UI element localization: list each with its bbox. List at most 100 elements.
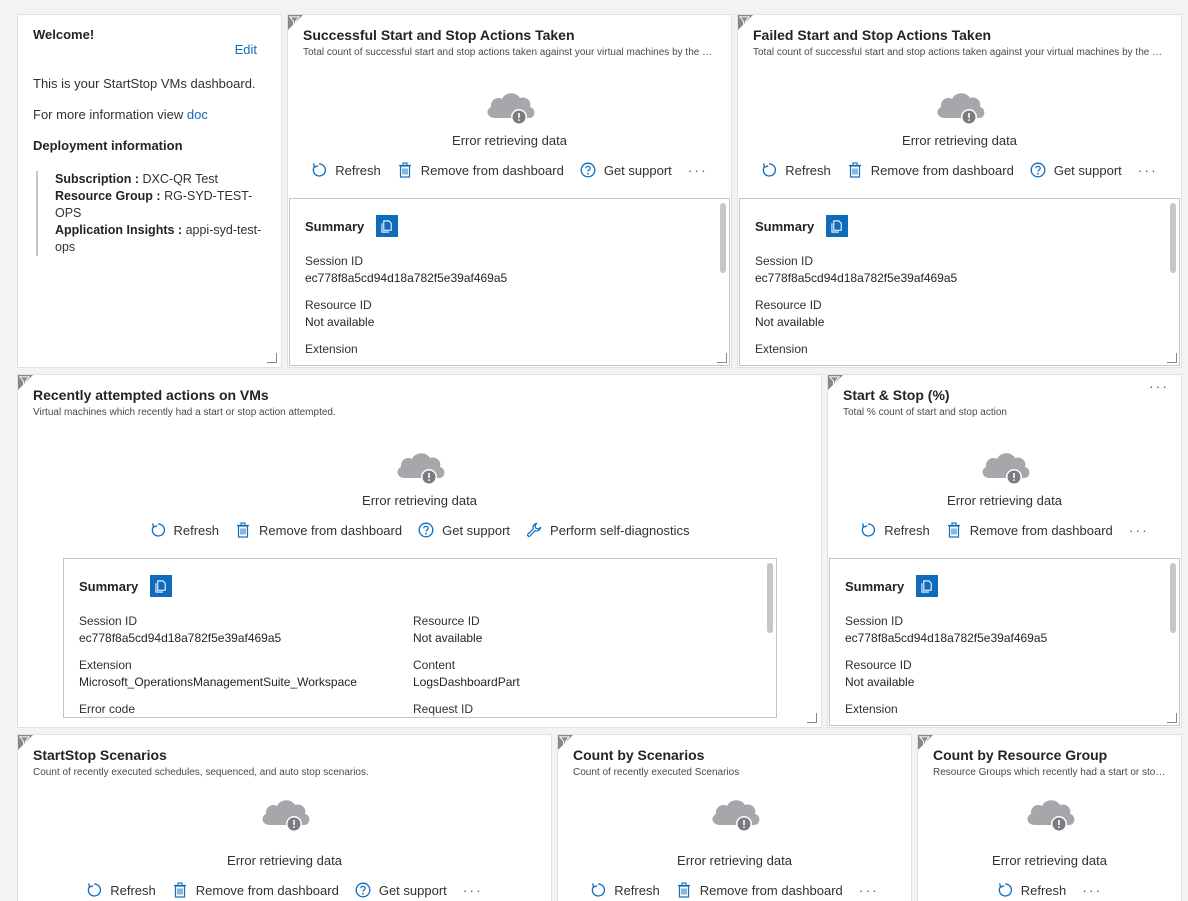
tile-subtitle: Total count of successful start and stop… bbox=[753, 47, 1166, 58]
support-label: Get support bbox=[442, 522, 511, 538]
error-message: Error retrieving data bbox=[362, 493, 477, 508]
trash-icon bbox=[676, 882, 692, 898]
tile-subtitle: Count of recently executed Scenarios bbox=[573, 767, 740, 778]
tile-subtitle: Resource Groups which recently had a sta… bbox=[933, 767, 1166, 778]
action-bar: Refresh ··· bbox=[918, 882, 1181, 898]
tile-subtitle: Total count of successful start and stop… bbox=[303, 47, 716, 58]
resource-id-value: Not available bbox=[413, 631, 483, 645]
refresh-icon bbox=[590, 882, 606, 898]
refresh-button[interactable]: Refresh bbox=[997, 882, 1067, 898]
filter-icon[interactable] bbox=[828, 375, 843, 390]
resize-handle[interactable] bbox=[807, 713, 817, 723]
cloud-error-icon bbox=[258, 795, 312, 835]
support-button[interactable]: Get support bbox=[355, 882, 447, 898]
session-id-value: ec778f8a5cd94d18a782f5e39af469a5 bbox=[755, 271, 958, 285]
remove-button[interactable]: Remove from dashboard bbox=[946, 522, 1113, 538]
resource-id-value: Not available bbox=[755, 315, 825, 329]
filter-icon[interactable] bbox=[738, 15, 753, 30]
remove-label: Remove from dashboard bbox=[259, 522, 403, 538]
refresh-button[interactable]: Refresh bbox=[86, 882, 156, 898]
remove-label: Remove from dashboard bbox=[195, 882, 339, 898]
diagnostics-button[interactable]: Perform self-diagnostics bbox=[526, 522, 690, 538]
refresh-button[interactable]: Refresh bbox=[860, 522, 930, 538]
tile-startstop-scenarios: StartStop Scenarios Count of recently ex… bbox=[17, 734, 552, 901]
support-button[interactable]: Get support bbox=[1030, 162, 1122, 178]
scrollbar[interactable] bbox=[1170, 203, 1176, 273]
more-icon[interactable]: ··· bbox=[688, 162, 708, 178]
refresh-button[interactable]: Refresh bbox=[590, 882, 660, 898]
scrollbar[interactable] bbox=[1170, 563, 1176, 633]
cloud-error-icon bbox=[978, 448, 1032, 488]
refresh-icon bbox=[311, 162, 327, 178]
refresh-button[interactable]: Refresh bbox=[150, 522, 220, 538]
summary-title: Summary bbox=[755, 218, 815, 234]
resize-handle[interactable] bbox=[1167, 353, 1177, 363]
scrollbar[interactable] bbox=[720, 203, 726, 273]
more-icon[interactable]: ··· bbox=[1129, 522, 1149, 538]
summary-title: Summary bbox=[845, 578, 905, 594]
filter-icon[interactable] bbox=[918, 735, 933, 750]
session-id-value: ec778f8a5cd94d18a782f5e39af469a5 bbox=[845, 631, 1048, 645]
support-button[interactable]: Get support bbox=[580, 162, 672, 178]
resize-handle[interactable] bbox=[267, 353, 277, 363]
refresh-button[interactable]: Refresh bbox=[311, 162, 381, 178]
support-label: Get support bbox=[378, 882, 447, 898]
more-icon[interactable]: ··· bbox=[859, 882, 879, 898]
tile-title: Recently attempted actions on VMs bbox=[33, 387, 269, 403]
tile-title: Count by Resource Group bbox=[933, 747, 1108, 763]
filter-icon[interactable] bbox=[18, 375, 33, 390]
summary-panel: Summary Session ID ec778f8a5cd94d18a782f5… bbox=[289, 198, 730, 366]
tile-subtitle: Total % count of start and stop action bbox=[843, 407, 1007, 418]
refresh-label: Refresh bbox=[884, 522, 930, 538]
doc-link[interactable]: doc bbox=[187, 107, 208, 122]
remove-button[interactable]: Remove from dashboard bbox=[676, 882, 843, 898]
extension-label: Extension bbox=[305, 342, 358, 356]
more-icon[interactable]: ··· bbox=[1138, 162, 1158, 178]
filter-icon[interactable] bbox=[558, 735, 573, 750]
action-bar: Refresh Remove from dashboard Get suppor… bbox=[288, 162, 731, 178]
trash-icon bbox=[847, 162, 863, 178]
more-icon[interactable]: ··· bbox=[463, 882, 483, 898]
remove-button[interactable]: Remove from dashboard bbox=[172, 882, 339, 898]
tile-title: Start & Stop (%) bbox=[843, 387, 950, 403]
cloud-error-icon bbox=[483, 88, 537, 128]
copy-icon[interactable] bbox=[376, 215, 399, 237]
error-message: Error retrieving data bbox=[677, 853, 792, 868]
remove-button[interactable]: Remove from dashboard bbox=[847, 162, 1014, 178]
support-label: Get support bbox=[603, 162, 672, 178]
resize-handle[interactable] bbox=[717, 353, 727, 363]
copy-icon[interactable] bbox=[826, 215, 849, 237]
extension-label: Extension bbox=[755, 342, 808, 356]
error-code-label: Error code bbox=[79, 702, 136, 716]
resize-handle[interactable] bbox=[1167, 713, 1177, 723]
filter-icon[interactable] bbox=[288, 15, 303, 30]
more-icon[interactable]: ··· bbox=[1082, 882, 1102, 898]
refresh-label: Refresh bbox=[335, 162, 381, 178]
filter-icon[interactable] bbox=[18, 735, 33, 750]
remove-button[interactable]: Remove from dashboard bbox=[397, 162, 564, 178]
extension-label: Extension bbox=[845, 702, 898, 716]
tile-menu-icon[interactable]: ··· bbox=[1149, 378, 1169, 394]
tile-subtitle: Virtual machines which recently had a st… bbox=[33, 407, 336, 418]
resource-id-label: Resource ID bbox=[755, 298, 822, 312]
session-id-label: Session ID bbox=[79, 614, 138, 628]
scrollbar[interactable] bbox=[767, 563, 773, 633]
welcome-tile: Welcome! Edit This is your StartStop VMs… bbox=[17, 14, 282, 368]
copy-icon[interactable] bbox=[916, 575, 939, 597]
support-button[interactable]: Get support bbox=[418, 522, 510, 538]
support-label: Get support bbox=[1053, 162, 1122, 178]
remove-label: Remove from dashboard bbox=[969, 522, 1113, 538]
edit-link[interactable]: Edit bbox=[235, 42, 257, 57]
trash-icon bbox=[397, 162, 413, 178]
refresh-label: Refresh bbox=[1020, 882, 1067, 898]
refresh-icon bbox=[761, 162, 777, 178]
app-insights-label: Application Insights : bbox=[55, 223, 183, 237]
refresh-button[interactable]: Refresh bbox=[761, 162, 831, 178]
refresh-label: Refresh bbox=[173, 522, 220, 538]
refresh-icon bbox=[997, 882, 1013, 898]
tile-failed-actions: Failed Start and Stop Actions Taken Tota… bbox=[737, 14, 1182, 368]
remove-button[interactable]: Remove from dashboard bbox=[235, 522, 402, 538]
subscription-value: DXC-QR Test bbox=[142, 172, 218, 186]
copy-icon[interactable] bbox=[150, 575, 173, 597]
trash-icon bbox=[235, 522, 251, 538]
